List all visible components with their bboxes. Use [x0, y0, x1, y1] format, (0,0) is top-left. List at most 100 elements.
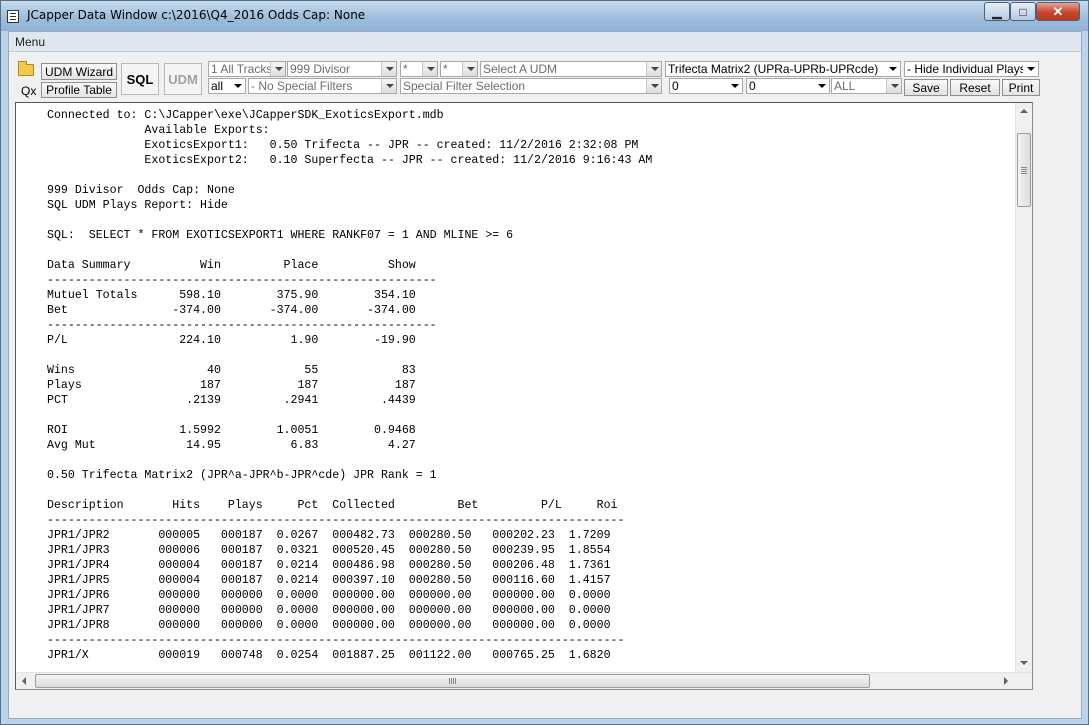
report-line [47, 348, 652, 363]
udm-select[interactable]: Select A UDM [480, 61, 662, 77]
report-line: Plays 187 187 187 [47, 379, 416, 392]
scroll-right-icon[interactable] [997, 673, 1014, 689]
report-line: JPR1/JPR3 000006 000187 0.0321 000520.45… [47, 544, 611, 557]
report-text: Connected to: C:\JCapper\exe\JCapperSDK_… [47, 108, 652, 663]
all-caps-select-value: ALL [834, 79, 856, 93]
report-line: ExoticsExport1: 0.50 Trifecta -- JPR -- … [47, 139, 639, 152]
chevron-down-icon [727, 79, 742, 93]
report-line: JPR1/JPR6 000000 000000 0.0000 000000.00… [47, 589, 611, 602]
report-line: Mutuel Totals 598.10 375.90 354.10 [47, 289, 416, 302]
print-button[interactable]: Print [1002, 79, 1040, 96]
report-line: JPR1/JPR7 000000 000000 0.0000 000000.00… [47, 604, 611, 617]
chevron-down-icon [814, 79, 829, 93]
special-filters-select[interactable]: - No Special Filters [248, 78, 397, 94]
matrix-select[interactable]: Trifecta Matrix2 (UPRa-UPRb-UPRcde) [665, 61, 901, 77]
report-line [47, 483, 652, 498]
report-line: JPR1/JPR2 000005 000187 0.0267 000482.73… [47, 529, 611, 542]
chevron-down-icon [1023, 62, 1038, 76]
chevron-down-icon [381, 62, 396, 76]
vertical-scrollbar[interactable] [1015, 103, 1032, 672]
zero-select-2-value: 0 [749, 79, 756, 93]
report-line: Wins 40 55 83 [47, 364, 416, 377]
report-line: Bet -374.00 -374.00 -374.00 [47, 304, 416, 317]
report-line: 0.50 Trifecta Matrix2 (JPR^a-JPR^b-JPR^c… [47, 469, 437, 482]
udm-wizard-button[interactable]: UDM Wizard [41, 63, 117, 80]
report-line: JPR1/JPR8 000000 000000 0.0000 000000.00… [47, 619, 611, 632]
report-line: JPR1/JPR4 000004 000187 0.0214 000486.98… [47, 559, 611, 572]
report-line: Data Summary Win Place Show [47, 259, 416, 272]
report-line: ----------------------------------------… [47, 274, 437, 287]
chevron-down-icon [381, 79, 396, 93]
report-line: Available Exports: [47, 124, 270, 137]
chevron-down-icon [230, 79, 245, 93]
scroll-down-icon[interactable] [1016, 655, 1032, 672]
chevron-down-icon [646, 62, 661, 76]
plays-select[interactable]: - Hide Individual Plays [904, 61, 1039, 77]
chevron-down-icon [646, 79, 661, 93]
grip-icon [449, 678, 450, 684]
chevron-down-icon [422, 62, 437, 76]
profile-table-button[interactable]: Profile Table [41, 82, 117, 98]
close-button[interactable]: ✕ [1036, 2, 1080, 21]
window-controls: ▁ □ ✕ [984, 2, 1080, 21]
maximize-button[interactable]: □ [1010, 2, 1036, 21]
matrix-select-value: Trifecta Matrix2 (UPRa-UPRb-UPRcde) [668, 62, 879, 76]
special-filters-select-value: - No Special Filters [251, 79, 353, 93]
save-button[interactable]: Save [904, 79, 948, 96]
report-line: Connected to: C:\JCapper\exe\JCapperSDK_… [47, 109, 444, 122]
report-line: ----------------------------------------… [47, 514, 625, 527]
tracks-select[interactable]: 1 All Tracks [208, 61, 286, 77]
special-filter-selection-select[interactable]: Special Filter Selection [400, 78, 662, 94]
filter-select-2[interactable]: * [440, 61, 478, 77]
menu-item-menu[interactable]: Menu [15, 35, 45, 49]
horizontal-scroll-thumb[interactable] [35, 674, 870, 688]
sql-button[interactable]: SQL [121, 63, 159, 95]
report-line: ROI 1.5992 1.0051 0.9468 [47, 424, 416, 437]
horizontal-scrollbar[interactable] [16, 672, 1032, 689]
qx-button[interactable]: Qx [21, 84, 36, 98]
minimize-button[interactable]: ▁ [984, 2, 1010, 21]
zero-select-2[interactable]: 0 [746, 78, 830, 94]
report-line: ExoticsExport2: 0.10 Superfecta -- JPR -… [47, 154, 653, 167]
report-line: SQL UDM Plays Report: Hide [47, 199, 228, 212]
client-area: Menu Qx UDM Wizard Profile Table SQL UDM… [8, 31, 1082, 719]
filter-select-1[interactable]: * [400, 61, 438, 77]
report-line [47, 453, 652, 468]
app-window: JCapper Data Window c:\2016\Q4_2016 Odds… [0, 0, 1089, 725]
udm-select-value: Select A UDM [483, 62, 558, 76]
udm-button[interactable]: UDM [164, 63, 202, 95]
report-line: P/L 224.10 1.90 -19.90 [47, 334, 416, 347]
all-select-value: all [211, 79, 224, 93]
folder-icon[interactable] [18, 61, 34, 76]
app-icon [7, 10, 19, 23]
zero-select-1-value: 0 [672, 79, 679, 93]
zero-select-1[interactable]: 0 [669, 78, 743, 94]
report-line [47, 243, 652, 258]
scroll-left-icon[interactable] [16, 673, 33, 689]
report-line [47, 168, 652, 183]
chevron-down-icon [462, 62, 477, 76]
plays-select-value: - Hide Individual Plays [907, 62, 1026, 76]
report-line: JPR1/JPR5 000004 000187 0.0214 000397.10… [47, 574, 611, 587]
reset-button[interactable]: Reset [950, 79, 1000, 96]
chevron-down-icon [885, 62, 900, 76]
scroll-up-icon[interactable] [1016, 103, 1032, 120]
vertical-scroll-thumb[interactable] [1017, 133, 1031, 207]
all-caps-select[interactable]: ALL [831, 78, 902, 94]
report-line: 999 Divisor Odds Cap: None [47, 184, 235, 197]
filter-select-1-value: * [403, 62, 408, 76]
special-filter-selection-value: Special Filter Selection [403, 79, 526, 93]
title-bar: JCapper Data Window c:\2016\Q4_2016 Odds… [1, 1, 1088, 31]
report-line [47, 408, 652, 423]
chevron-down-icon [886, 79, 901, 93]
report-line: SQL: SELECT * FROM EXOTICSEXPORT1 WHERE … [47, 229, 514, 242]
report-line: Avg Mut 14.95 6.83 4.27 [47, 439, 416, 452]
report-panel[interactable]: Connected to: C:\JCapper\exe\JCapperSDK_… [15, 102, 1033, 690]
divisor-select-value: 999 Divisor [290, 62, 351, 76]
all-select[interactable]: all [208, 78, 246, 94]
divisor-select[interactable]: 999 Divisor [287, 61, 397, 77]
menu-bar: Menu [9, 32, 1081, 52]
report-line: JPR1/X 000019 000748 0.0254 001887.25 00… [47, 649, 611, 662]
window-title: JCapper Data Window c:\2016\Q4_2016 Odds… [27, 8, 366, 22]
report-line: Description Hits Plays Pct Collected Bet… [47, 499, 618, 512]
